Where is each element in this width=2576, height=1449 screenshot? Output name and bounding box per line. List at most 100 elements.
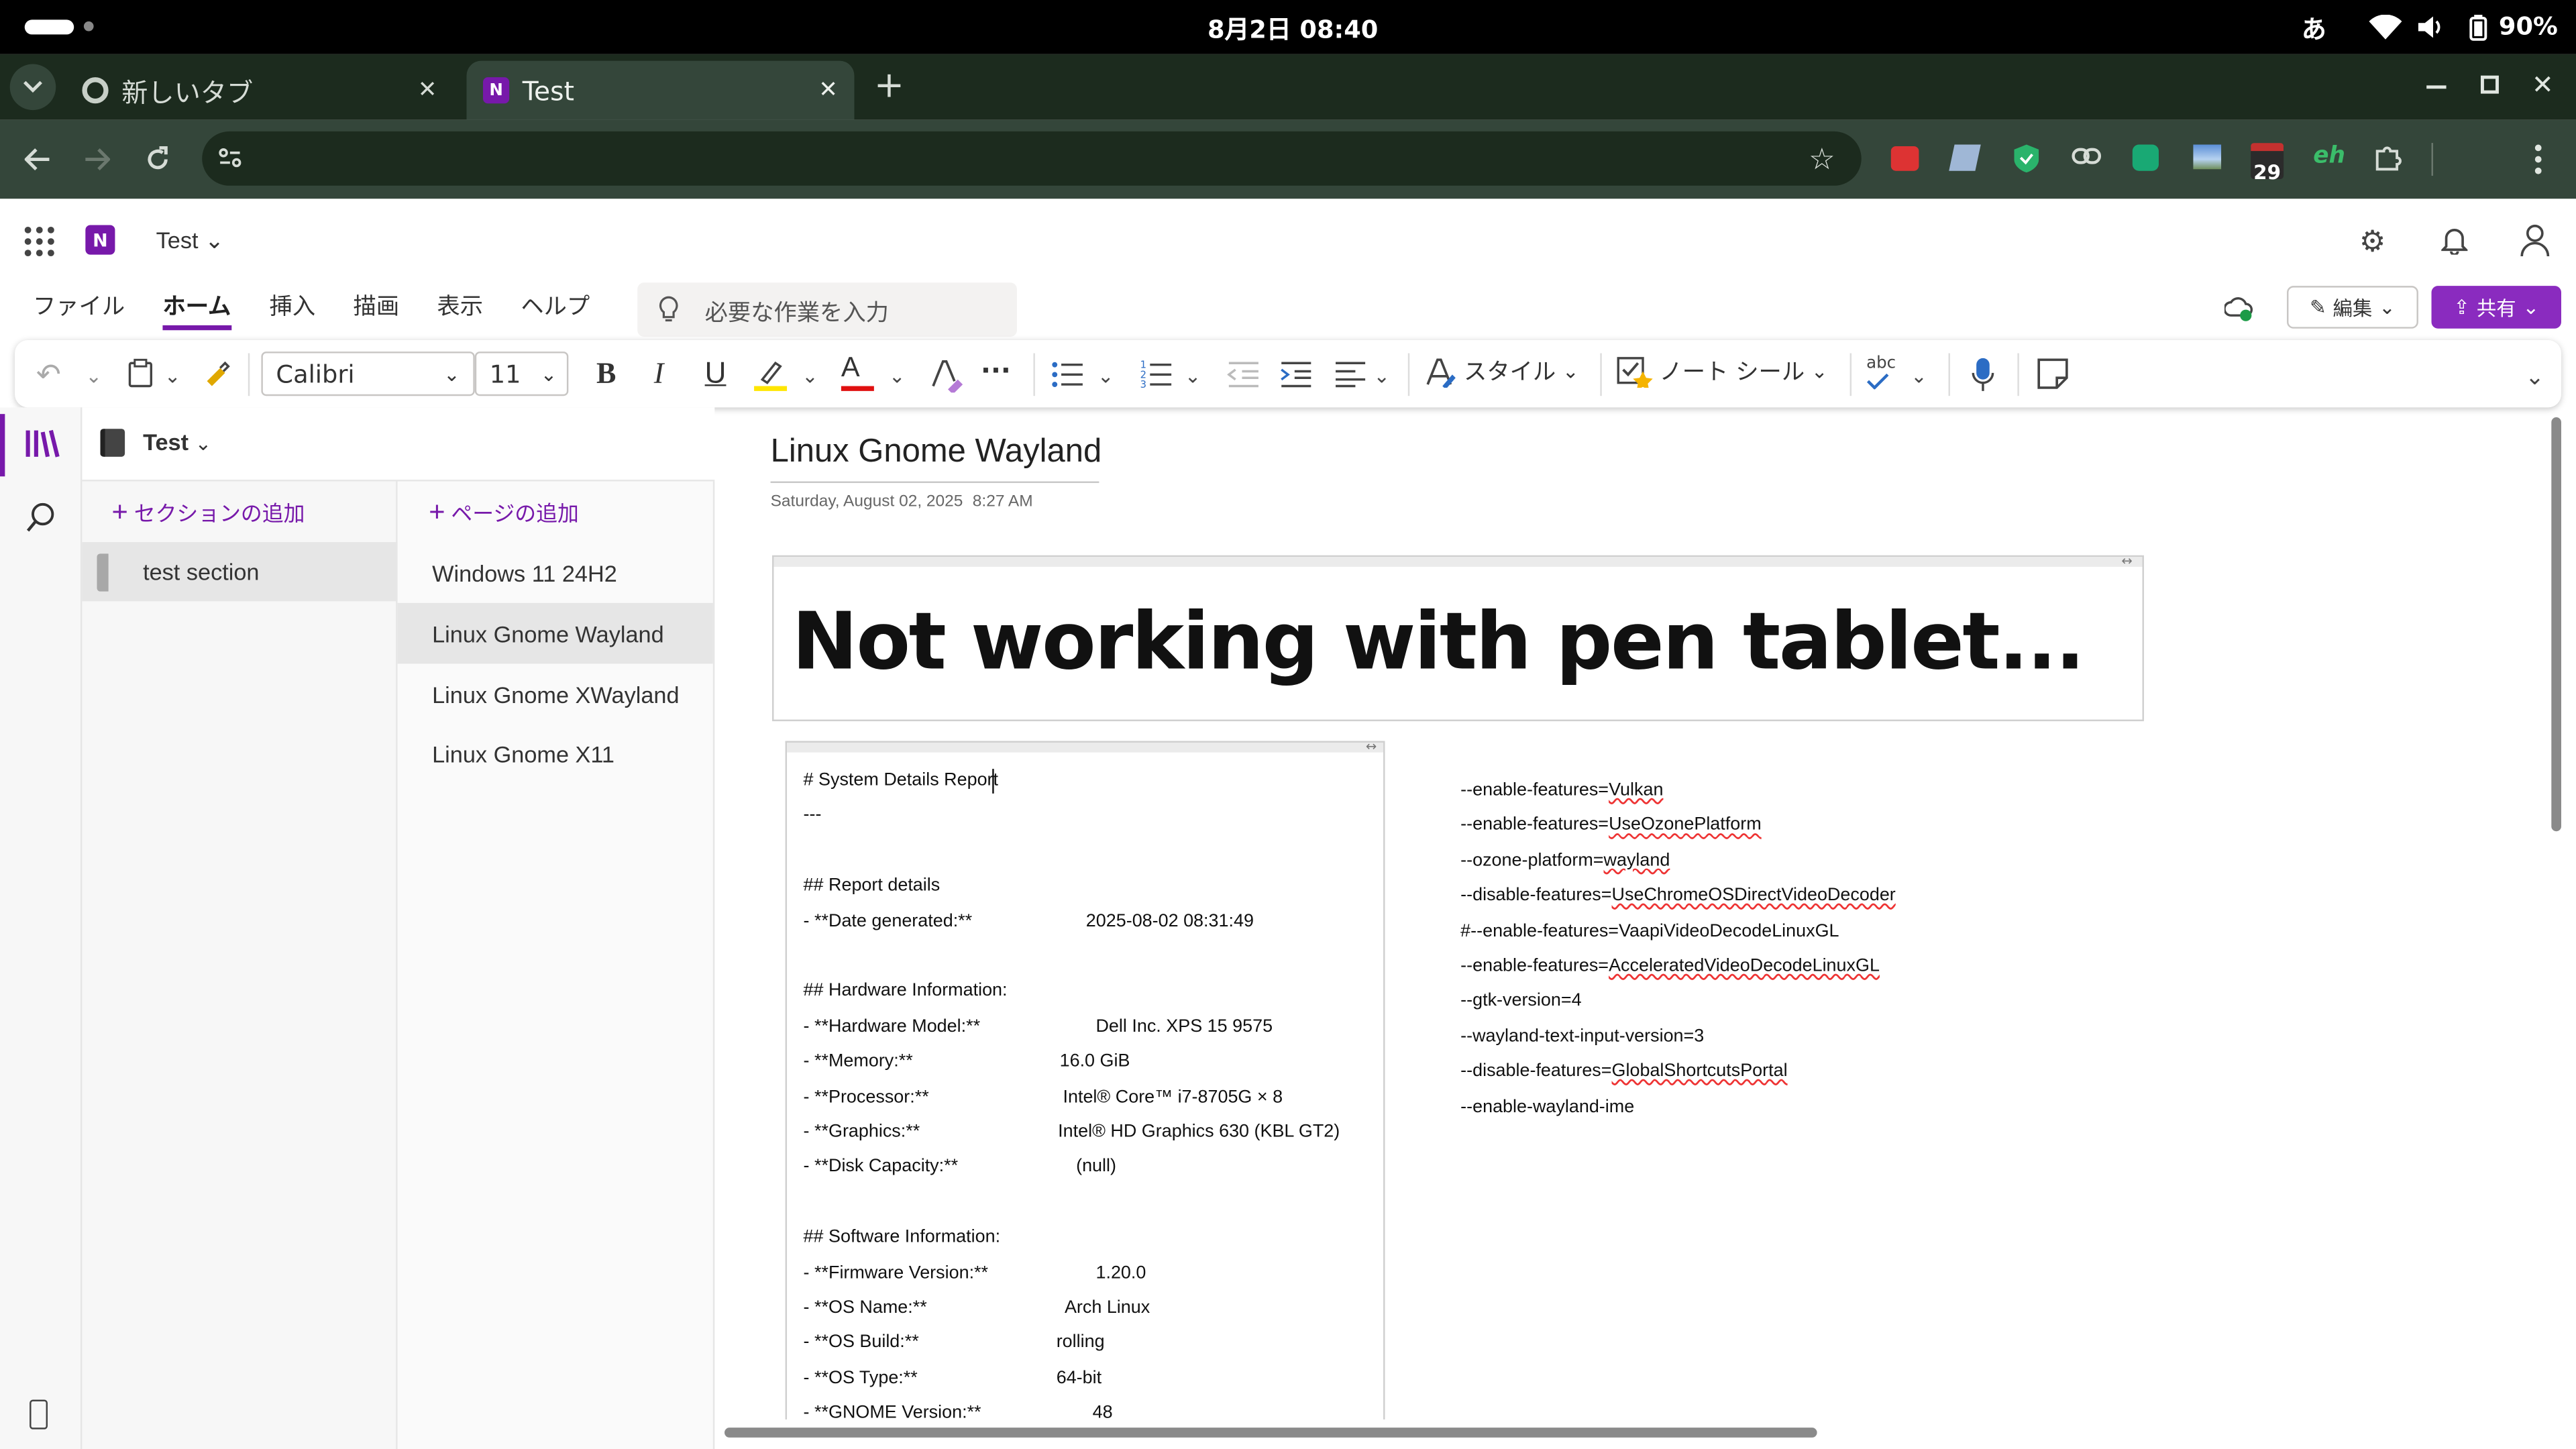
notebook-title: Test <box>156 226 199 254</box>
close-icon[interactable]: ✕ <box>418 77 437 103</box>
menu-tab-view[interactable]: 表示 <box>437 289 483 322</box>
notebook-selector[interactable]: Test ⌄ <box>143 429 211 455</box>
bold-button[interactable]: B <box>596 356 616 390</box>
paragraph-align-icon[interactable] <box>1334 360 1367 389</box>
ime-indicator[interactable]: あ <box>2302 11 2326 46</box>
align-dropdown-icon[interactable]: ⌄ <box>1373 365 1390 388</box>
share-button[interactable]: ⇪ 共有 ⌄ <box>2431 286 2561 329</box>
section-item-test-section[interactable]: test section <box>82 542 398 602</box>
extension-eh-icon[interactable]: eh <box>2313 143 2345 169</box>
decrease-indent-icon[interactable] <box>1227 360 1260 389</box>
device-view-icon[interactable] <box>30 1399 48 1430</box>
extensions-puzzle-icon[interactable] <box>2374 143 2402 171</box>
dictate-microphone-icon[interactable] <box>1972 356 1994 392</box>
browser-menu-icon[interactable] <box>2534 144 2542 174</box>
highlight-dropdown-icon[interactable]: ⌄ <box>802 365 818 388</box>
extension-shield-icon[interactable] <box>2014 144 2039 173</box>
account-icon[interactable] <box>2520 223 2550 257</box>
site-info-icon[interactable] <box>213 142 246 174</box>
notebooks-icon[interactable] <box>25 427 61 460</box>
paste-dropdown-icon[interactable]: ⌄ <box>164 365 181 388</box>
add-section-button[interactable]: + セクションの追加 <box>112 496 305 529</box>
headline-note-container[interactable]: ↔ Not working with pen tablet... <box>772 553 2144 722</box>
sticky-notes-icon[interactable] <box>2035 356 2070 390</box>
spelling-button[interactable]: abc <box>1866 354 1896 390</box>
more-formatting-button[interactable]: ··· <box>981 355 1011 386</box>
container-handle-bar[interactable] <box>773 557 2143 567</box>
page-item[interactable]: Linux Gnome XWayland <box>432 682 679 708</box>
spelling-dropdown-icon[interactable]: ⌄ <box>1911 365 1927 388</box>
numbering-icon[interactable]: 123 <box>1140 360 1173 389</box>
resize-handle-icon[interactable]: ↔ <box>2121 553 2132 568</box>
new-tab-button[interactable]: + <box>874 66 904 107</box>
add-page-button[interactable]: + ページの追加 <box>429 496 579 529</box>
close-window-icon[interactable]: ✕ <box>2532 69 2554 101</box>
font-family-select[interactable]: Calibri ⌄ <box>261 352 475 396</box>
italic-button[interactable]: I <box>654 356 664 390</box>
page-item-selected[interactable]: Linux Gnome Wayland <box>432 621 664 647</box>
pencil-icon: ✎ <box>2310 295 2326 319</box>
bullets-dropdown-icon[interactable]: ⌄ <box>1097 365 1114 388</box>
notification-bell-icon[interactable] <box>2441 225 2468 255</box>
numbering-dropdown-icon[interactable]: ⌄ <box>1185 365 1201 388</box>
clear-formatting-icon[interactable] <box>928 356 965 393</box>
styles-button[interactable]: スタイル ⌄ <box>1424 355 1579 388</box>
menu-tab-insert[interactable]: 挿入 <box>270 289 316 322</box>
extension-chat-icon[interactable] <box>2132 144 2159 171</box>
tab-search-button[interactable] <box>9 64 56 111</box>
menu-tab-home[interactable]: ホーム <box>162 289 231 322</box>
menu-tab-file[interactable]: ファイル <box>33 289 125 322</box>
extension-tablet-icon[interactable] <box>1949 144 1981 171</box>
notebook-name: Test <box>143 429 189 455</box>
spell-check-icon <box>1866 373 1889 390</box>
page-title[interactable]: Linux Gnome Wayland <box>771 434 1102 472</box>
undo-dropdown-icon[interactable]: ⌄ <box>85 365 102 388</box>
increase-indent-icon[interactable] <box>1280 360 1313 389</box>
back-icon[interactable] <box>16 138 59 181</box>
cloud-sync-icon[interactable] <box>2224 296 2254 322</box>
restore-icon[interactable] <box>2480 75 2499 94</box>
undo-icon[interactable]: ↶ <box>36 358 61 392</box>
chevron-down-icon: ⌄ <box>540 362 557 386</box>
bullets-icon[interactable] <box>1051 360 1084 389</box>
edit-mode-button[interactable]: ✎ 編集 ⌄ <box>2287 286 2418 329</box>
reload-icon[interactable] <box>136 138 179 181</box>
font-color-button[interactable]: A <box>841 352 860 384</box>
app-launcher-icon[interactable] <box>24 226 54 257</box>
section-color-tab <box>97 553 109 592</box>
vertical-scrollbar-thumb[interactable] <box>2551 417 2561 832</box>
search-icon[interactable] <box>26 502 56 534</box>
format-painter-icon[interactable] <box>204 358 230 388</box>
container-handle-bar[interactable] <box>787 742 1384 753</box>
font-color-dropdown-icon[interactable]: ⌄ <box>889 365 906 388</box>
extension-image-icon[interactable] <box>2193 144 2222 170</box>
horizontal-scrollbar-thumb[interactable] <box>724 1428 1817 1438</box>
extension-video-icon[interactable] <box>1890 146 1919 171</box>
extension-calendar-icon[interactable]: 29 <box>2251 143 2284 184</box>
address-bar[interactable] <box>202 131 1862 186</box>
bookmark-star-icon[interactable]: ☆ <box>1804 142 1840 178</box>
tab-new-tab[interactable]: 新しいタブ ✕ <box>66 61 453 120</box>
resize-handle-icon[interactable]: ↔ <box>1366 743 1377 754</box>
settings-gear-icon[interactable]: ⚙ <box>2359 225 2386 260</box>
note-tags-button[interactable]: ノート シール ⌄ <box>1617 355 1828 388</box>
page-item[interactable]: Windows 11 24H2 <box>432 560 617 586</box>
menu-tab-draw[interactable]: 描画 <box>354 289 400 322</box>
close-icon[interactable]: ✕ <box>818 77 838 103</box>
extension-link-icon[interactable] <box>2072 145 2102 168</box>
font-size-select[interactable]: 11 ⌄ <box>474 352 569 396</box>
underline-button[interactable]: U <box>705 356 727 390</box>
tab-test[interactable]: N Test ✕ <box>466 60 855 120</box>
menu-tab-help[interactable]: ヘルプ <box>521 289 590 322</box>
flag-prefix: --disable-features= <box>1460 1061 1612 1081</box>
ribbon-expand-icon[interactable]: ⌄ <box>2525 365 2544 391</box>
report-note-container[interactable]: ↔ <box>785 741 1385 1419</box>
minimize-icon[interactable] <box>2426 85 2447 89</box>
page-item[interactable]: Linux Gnome X11 <box>432 741 614 767</box>
notebook-title-button[interactable]: Test ⌄ <box>156 227 224 255</box>
forward-icon[interactable] <box>76 138 119 181</box>
tell-me-search-box[interactable]: 必要な作業を入力 <box>637 282 1017 337</box>
spelling-label: abc <box>1866 354 1896 373</box>
paste-icon[interactable] <box>128 358 153 388</box>
highlighter-icon[interactable] <box>753 356 789 392</box>
